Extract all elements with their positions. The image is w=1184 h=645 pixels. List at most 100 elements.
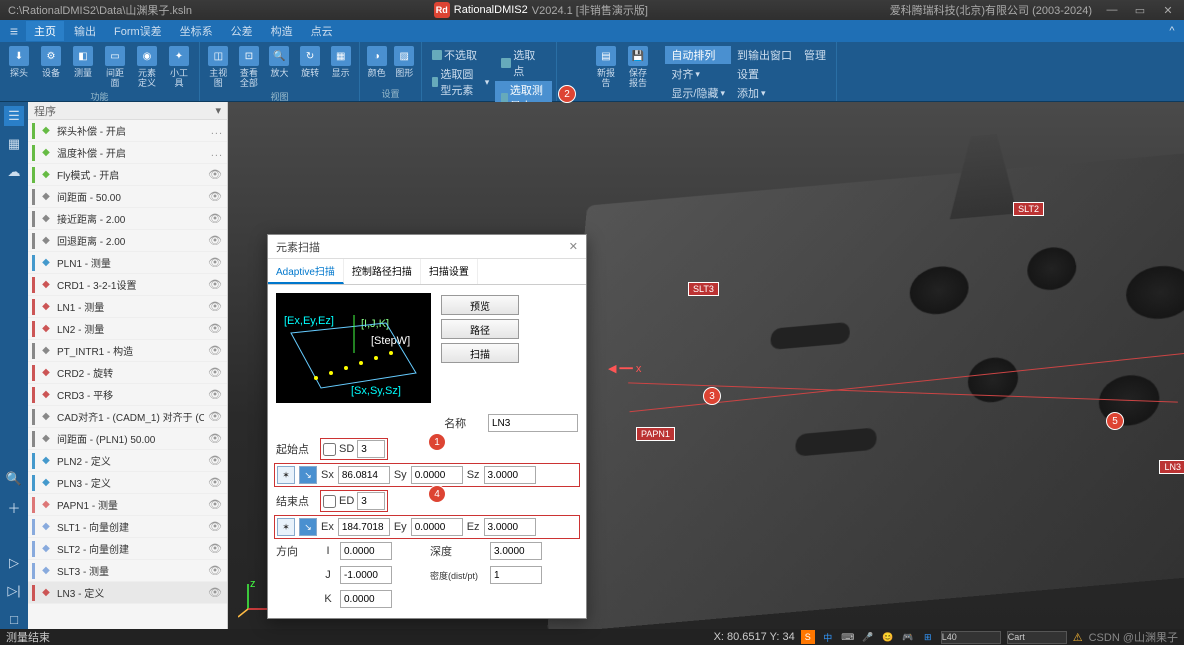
program-item[interactable]: ◆ PAPN1 - 测量 👁 <box>28 494 227 516</box>
ed-field[interactable] <box>357 492 385 510</box>
program-item[interactable]: ◆ SLT2 - 向量创建 👁 <box>28 538 227 560</box>
dens-field[interactable] <box>490 566 542 584</box>
program-item[interactable]: ◆ CAD对齐1 - (CADM_1) 对齐于 (CRD3) 👁 <box>28 406 227 428</box>
program-item[interactable]: ◆ LN1 - 测量 👁 <box>28 296 227 318</box>
menu-tol[interactable]: 公差 <box>223 21 261 41</box>
cn-icon[interactable]: 中 <box>821 630 835 644</box>
program-item[interactable]: ◆ 间距面 - (PLN1) 50.00 👁 <box>28 428 227 450</box>
tab-control[interactable]: 控制路径扫描 <box>344 259 421 284</box>
rb-savereport[interactable]: 💾保存报告 <box>623 44 653 90</box>
mic-icon[interactable]: 🎤 <box>861 630 875 644</box>
program-item[interactable]: ◆ SLT1 - 向量创建 👁 <box>28 516 227 538</box>
kb-icon[interactable]: ⌨ <box>841 630 855 644</box>
rb-device[interactable]: ⚙设备 <box>36 44 66 80</box>
vt-grid-icon[interactable]: ▦ <box>4 134 24 154</box>
l40-field[interactable] <box>941 631 1001 644</box>
menu-collapse-icon[interactable]: ^ <box>1164 25 1180 37</box>
vt-cloud-icon[interactable]: ☁ <box>4 162 24 182</box>
i-field[interactable] <box>340 542 392 560</box>
ex-field[interactable] <box>338 518 390 536</box>
item-more-icon[interactable]: 👁 <box>208 344 223 357</box>
rb-display[interactable]: ▦显示 <box>326 44 355 80</box>
item-more-icon[interactable]: 👁 <box>208 234 223 247</box>
rb-mainview[interactable]: ◫主视图 <box>204 44 233 90</box>
rb-zoom[interactable]: 🔍放大 <box>265 44 294 80</box>
sy-field[interactable] <box>411 466 463 484</box>
name-field[interactable] <box>488 414 578 432</box>
sx-field[interactable] <box>338 466 390 484</box>
program-item[interactable]: ◆ CRD1 - 3-2-1设置 👁 <box>28 274 227 296</box>
sd-checkbox[interactable] <box>323 443 336 456</box>
program-item[interactable]: ◆ PLN2 - 定义 👁 <box>28 450 227 472</box>
ed-checkbox[interactable] <box>323 495 336 508</box>
minimize-button[interactable]: — <box>1104 4 1120 16</box>
panel-menu-icon[interactable]: ▾ <box>215 104 221 117</box>
rb-measure[interactable]: ◧测量 <box>68 44 98 80</box>
maximize-button[interactable]: ▭ <box>1132 4 1148 17</box>
program-item[interactable]: ◆ 探头补偿 - 开启 ... <box>28 120 227 142</box>
vt-search-icon[interactable]: 🔍 <box>4 469 24 489</box>
cart-field[interactable] <box>1007 631 1067 644</box>
rs-add[interactable]: 添加▾ <box>731 84 798 102</box>
item-more-icon[interactable]: 👁 <box>208 322 223 335</box>
item-more-icon[interactable]: 👁 <box>208 542 223 555</box>
k-field[interactable] <box>340 590 392 608</box>
tag-papn1[interactable]: PAPN1 <box>636 427 675 441</box>
vt-play-icon[interactable]: ▷ <box>4 553 24 573</box>
rb-rotate[interactable]: ↻旋转 <box>296 44 325 80</box>
menu-cloud[interactable]: 点云 <box>303 21 341 41</box>
tab-adaptive[interactable]: Adaptive扫描 <box>268 259 344 284</box>
rb-probe[interactable]: ⬇探头 <box>4 44 34 80</box>
ime-icon[interactable]: S <box>801 630 815 644</box>
rs-manage[interactable]: 管理 <box>798 46 832 64</box>
program-item[interactable]: ◆ PT_INTR1 - 构造 👁 <box>28 340 227 362</box>
rs-showhide[interactable]: 显示/隐藏▾ <box>665 84 731 102</box>
item-more-icon[interactable]: 👁 <box>208 410 223 423</box>
end-pick1-icon[interactable]: ✶ <box>277 518 295 536</box>
sd-field[interactable] <box>357 440 385 458</box>
rs-noselect[interactable]: 不选取 <box>426 46 495 64</box>
item-more-icon[interactable]: 👁 <box>208 366 223 379</box>
ez-field[interactable] <box>484 518 536 536</box>
vt-list-icon[interactable]: ☰ <box>4 106 24 126</box>
item-more-icon[interactable]: 👁 <box>208 190 223 203</box>
tag-slt2[interactable]: SLT2 <box>1013 202 1044 216</box>
sz-field[interactable] <box>484 466 536 484</box>
item-more-icon[interactable]: 👁 <box>208 278 223 291</box>
item-more-icon[interactable]: 👁 <box>208 520 223 533</box>
rb-elemdef[interactable]: ◉元素定义 <box>132 44 162 90</box>
item-more-icon[interactable]: 👁 <box>208 168 223 181</box>
rs-autoarr[interactable]: 自动排列 <box>665 46 731 64</box>
rb-color[interactable]: ◑颜色 <box>364 44 390 80</box>
depth-field[interactable] <box>490 542 542 560</box>
item-more-icon[interactable]: 👁 <box>208 586 223 599</box>
btn-path[interactable]: 路径 <box>441 319 519 339</box>
rb-newreport[interactable]: ▤新报告 <box>591 44 621 90</box>
grid-icon[interactable]: ⊞ <box>921 630 935 644</box>
tag-slt3[interactable]: SLT3 <box>688 282 719 296</box>
vt-stop-icon[interactable]: □ <box>4 609 24 629</box>
program-item[interactable]: ◆ 间距面 - 50.00 👁 <box>28 186 227 208</box>
em-icon[interactable]: 😊 <box>881 630 895 644</box>
item-more-icon[interactable]: ... <box>211 147 223 159</box>
item-more-icon[interactable]: 👁 <box>208 476 223 489</box>
start-pick1-icon[interactable]: ✶ <box>277 466 295 484</box>
rs-selpoint[interactable]: 选取点 <box>495 46 552 80</box>
vt-step-icon[interactable]: ▷| <box>4 581 24 601</box>
program-item[interactable]: ◆ LN3 - 定义 👁 <box>28 582 227 604</box>
tab-settings[interactable]: 扫描设置 <box>421 259 478 284</box>
menu-form[interactable]: Form误差 <box>106 21 170 41</box>
item-more-icon[interactable]: 👁 <box>208 256 223 269</box>
program-item[interactable]: ◆ Fly模式 - 开启 👁 <box>28 164 227 186</box>
rs-settings[interactable]: 设置 <box>731 65 798 83</box>
rb-tools[interactable]: ✦小工具 <box>164 44 194 90</box>
item-more-icon[interactable]: 👁 <box>208 300 223 313</box>
rb-viewall[interactable]: ⊡查看全部 <box>235 44 264 90</box>
program-item[interactable]: ◆ 接近距离 - 2.00 👁 <box>28 208 227 230</box>
rb-clearplane[interactable]: ▭间距面 <box>100 44 130 90</box>
vt-add-icon[interactable]: ＋ <box>4 497 24 517</box>
j-field[interactable] <box>340 566 392 584</box>
program-item[interactable]: ◆ PLN3 - 定义 👁 <box>28 472 227 494</box>
btn-preview[interactable]: 预览 <box>441 295 519 315</box>
menu-home[interactable]: 主页 <box>26 21 64 41</box>
